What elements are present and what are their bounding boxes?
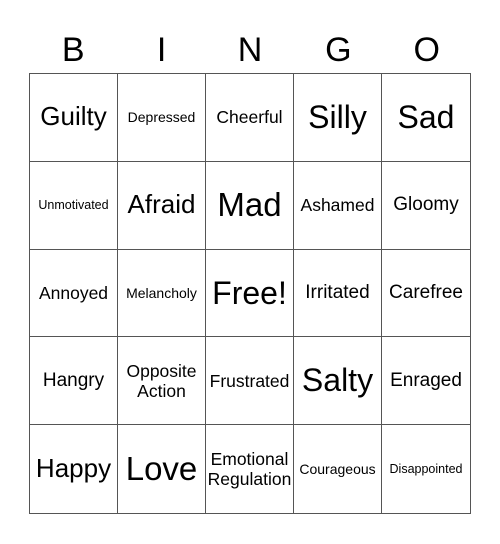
header-letter-i: I bbox=[156, 31, 167, 69]
cell-label: Salty bbox=[301, 362, 374, 399]
cell-label: Opposite Action bbox=[126, 360, 197, 401]
header-letter-o: O bbox=[413, 31, 440, 69]
bingo-cell[interactable]: Annoyed bbox=[30, 249, 118, 338]
cell-label: Depressed bbox=[127, 109, 196, 126]
cell-label: Irritated bbox=[305, 282, 370, 304]
bingo-cell[interactable]: Love bbox=[118, 425, 206, 513]
cell-label: Afraid bbox=[127, 189, 196, 220]
bingo-cell[interactable]: Unmotivated bbox=[30, 161, 118, 250]
bingo-cell[interactable]: Afraid bbox=[118, 161, 206, 250]
bingo-cell[interactable]: Frustrated bbox=[206, 337, 294, 426]
cell-label: Disappointed bbox=[389, 461, 463, 476]
cell-label: Melancholy bbox=[126, 284, 197, 301]
bingo-cell[interactable]: Salty bbox=[294, 337, 382, 426]
header-letter-b: B bbox=[61, 31, 85, 69]
cell-label: Emotional Regulation bbox=[207, 448, 292, 490]
cell-label: Love bbox=[125, 450, 198, 488]
bingo-cell[interactable]: Silly bbox=[294, 74, 382, 162]
cell-label: Ashamed bbox=[300, 195, 375, 216]
bingo-cell[interactable]: Disappointed bbox=[382, 425, 470, 513]
bingo-cell[interactable]: Opposite Action bbox=[118, 337, 206, 426]
bingo-cell[interactable]: Cheerful bbox=[206, 74, 294, 162]
bingo-cell[interactable]: Carefree bbox=[382, 250, 470, 338]
bingo-cell[interactable]: Courageous bbox=[294, 425, 382, 513]
cell-label: Sad bbox=[397, 99, 455, 135]
cell-label: Frustrated bbox=[209, 370, 290, 391]
bingo-cell[interactable]: Enraged bbox=[382, 337, 470, 426]
cell-label: Free! bbox=[212, 274, 287, 311]
bingo-cell[interactable]: Emotional Regulation bbox=[206, 425, 294, 513]
bingo-cell[interactable]: Hangry bbox=[30, 337, 118, 426]
cell-label: Guilty bbox=[40, 101, 107, 132]
cell-label: Hangry bbox=[42, 369, 105, 391]
bingo-cell[interactable]: Happy bbox=[30, 425, 118, 513]
cell-label: Mad bbox=[217, 186, 282, 224]
cell-label: Silly bbox=[308, 99, 367, 135]
header-letter-g: G bbox=[325, 31, 352, 69]
bingo-cell[interactable]: Ashamed bbox=[294, 161, 382, 250]
cell-label: Annoyed bbox=[38, 282, 109, 303]
bingo-cell[interactable]: Guilty bbox=[30, 74, 118, 162]
free-space-cell[interactable]: Free! bbox=[206, 249, 294, 338]
cell-label: Cheerful bbox=[216, 107, 283, 128]
bingo-cell[interactable]: Irritated bbox=[294, 249, 382, 338]
cell-label: Courageous bbox=[299, 461, 376, 478]
cell-label: Unmotivated bbox=[38, 198, 109, 212]
header-letter-n: N bbox=[237, 31, 263, 69]
bingo-cell[interactable]: Sad bbox=[382, 74, 470, 162]
cell-label: Happy bbox=[35, 453, 112, 484]
bingo-cell[interactable]: Mad bbox=[206, 161, 294, 250]
cell-label: Carefree bbox=[389, 282, 463, 304]
bingo-cell[interactable]: Depressed bbox=[118, 74, 206, 162]
bingo-grid: Guilty Depressed Cheerful Silly Sad Unmo… bbox=[29, 73, 471, 514]
bingo-cell[interactable]: Melancholy bbox=[118, 249, 206, 338]
bingo-header: B I N G O bbox=[29, 28, 471, 73]
cell-label: Enraged bbox=[390, 369, 462, 391]
bingo-cell[interactable]: Gloomy bbox=[382, 162, 470, 250]
cell-label: Gloomy bbox=[393, 194, 459, 216]
